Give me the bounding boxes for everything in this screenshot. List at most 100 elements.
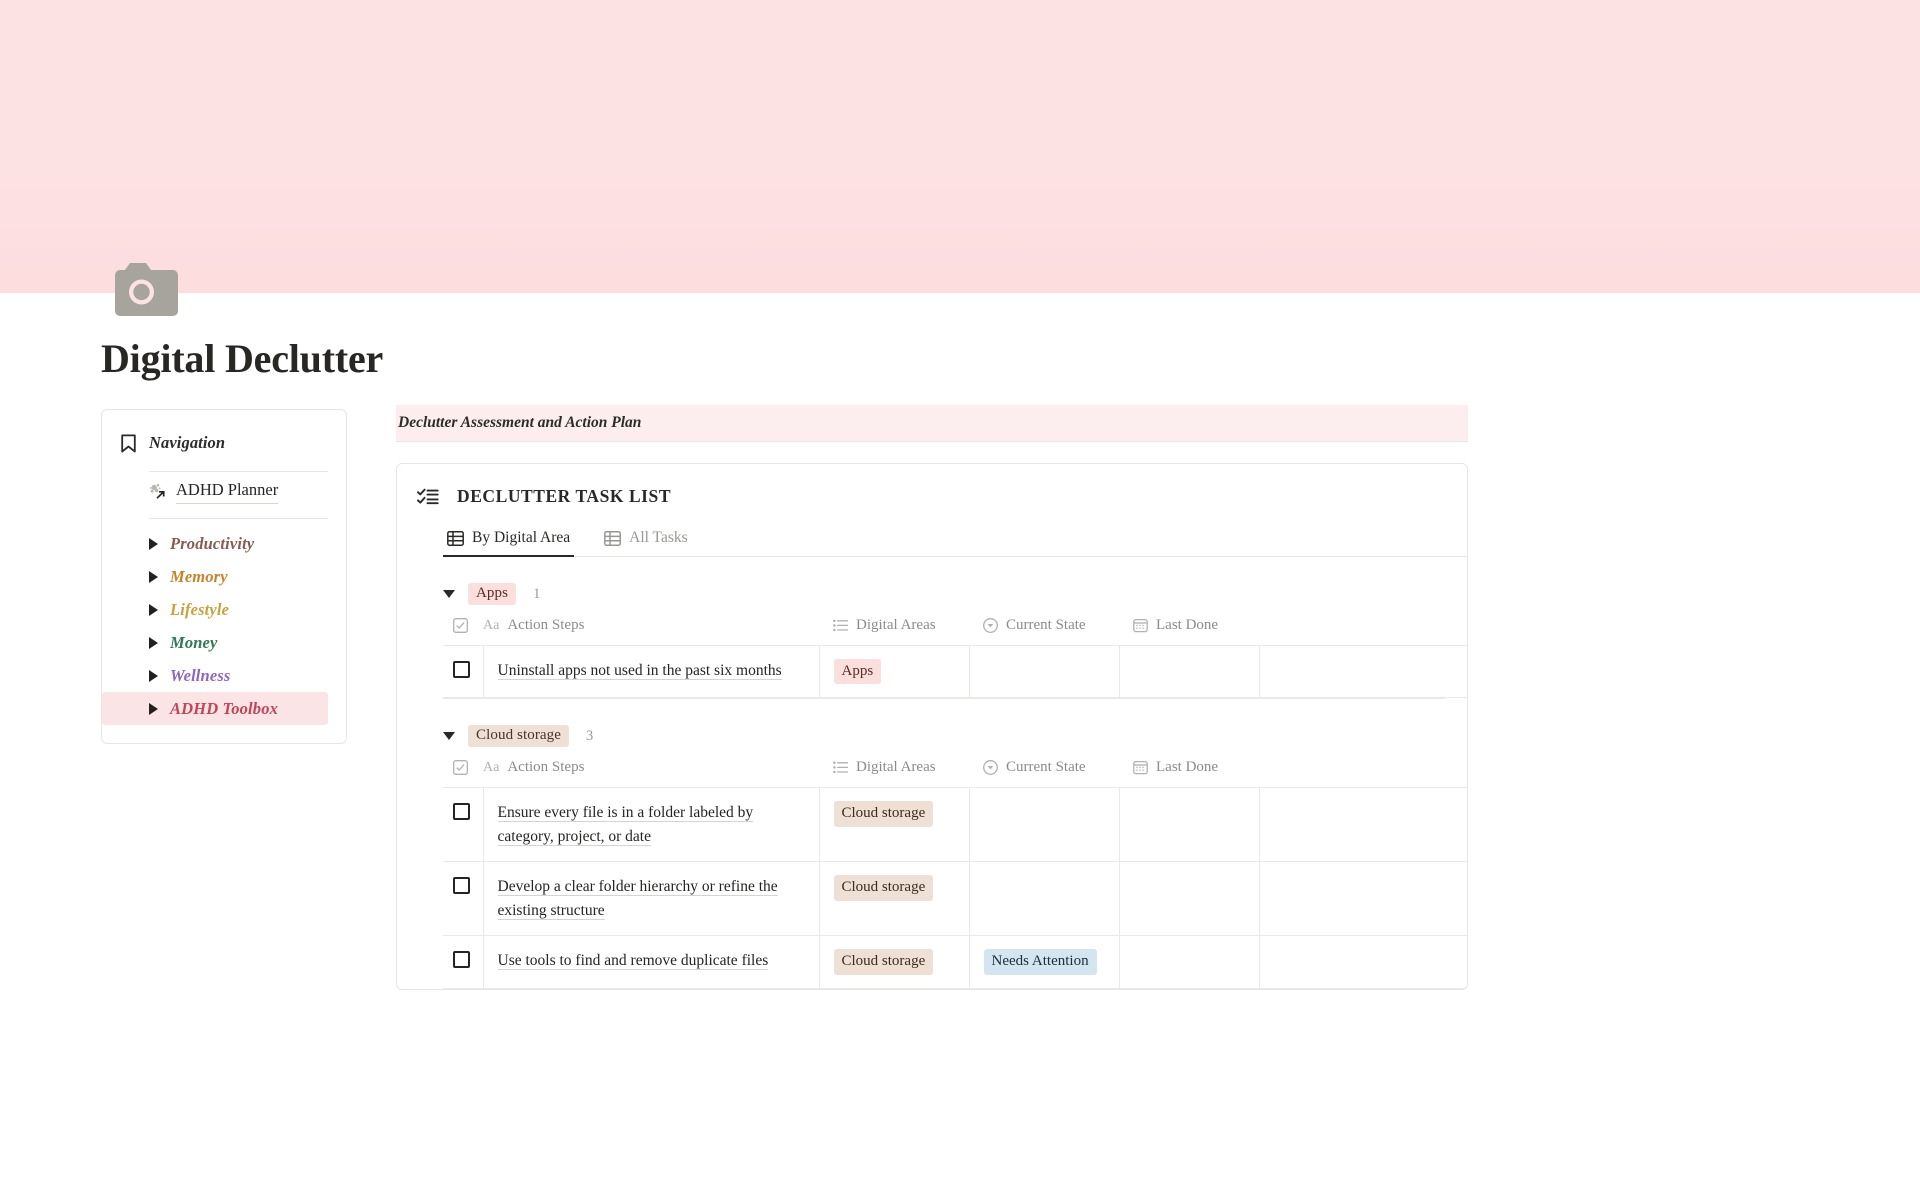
table-row[interactable]: Ensure every file is in a folder labeled… xyxy=(443,787,1467,863)
sidebar-link-adhd-planner[interactable]: ADHD Planner xyxy=(149,480,328,508)
column-header-current-state[interactable]: Current State xyxy=(969,759,1119,789)
sidebar-item-label: ADHD Toolbox xyxy=(170,698,278,718)
view-tabs: By Digital Area All Tasks xyxy=(443,523,1467,557)
cell-digital-areas[interactable]: Apps xyxy=(819,645,970,699)
database-card: DECLUTTER TASK LIST By Digital Area All … xyxy=(396,463,1468,990)
task-title[interactable]: Ensure every file is in a folder labeled… xyxy=(497,804,754,846)
navigation-header: Navigation xyxy=(102,428,346,458)
chevron-right-icon[interactable] xyxy=(149,570,158,583)
main-content: Declutter Assessment and Action Plan DEC… xyxy=(396,405,1468,990)
cell-last-done[interactable] xyxy=(1119,861,1260,937)
cell-action-steps[interactable]: Use tools to find and remove duplicate f… xyxy=(483,935,820,989)
digital-area-tag: Cloud storage xyxy=(833,875,934,901)
navigation-title: Navigation xyxy=(149,433,226,452)
table-cloud-storage: Aa Action Steps Digital Areas Current St… xyxy=(443,759,1467,989)
divider xyxy=(149,471,328,472)
database-title: DECLUTTER TASK LIST xyxy=(457,486,672,506)
cell-current-state[interactable]: Needs Attention xyxy=(969,935,1120,989)
column-header-empty xyxy=(1259,617,1467,646)
chevron-down-icon[interactable] xyxy=(443,732,455,741)
column-header-checkbox[interactable] xyxy=(443,759,483,789)
sidebar-item-lifestyle[interactable]: Lifestyle xyxy=(102,593,328,626)
sidebar-item-label: Memory xyxy=(170,566,228,586)
camera-icon[interactable] xyxy=(110,259,178,316)
table-header-row: Aa Action Steps Digital Areas Current St… xyxy=(443,759,1467,789)
table-header-row: Aa Action Steps Digital Areas Current St… xyxy=(443,617,1467,646)
column-label: Last Done xyxy=(1156,759,1219,776)
column-label: Digital Areas xyxy=(856,617,936,633)
chevron-right-icon[interactable] xyxy=(149,702,158,715)
multiselect-icon xyxy=(833,619,848,632)
chevron-right-icon[interactable] xyxy=(149,636,158,649)
text-aa-icon: Aa xyxy=(483,759,500,775)
tab-label: All Tasks xyxy=(629,529,688,546)
sidebar-item-memory[interactable]: Memory xyxy=(102,560,328,593)
group-header[interactable]: Cloud storage 3 xyxy=(443,699,1445,759)
cell-action-steps[interactable]: Uninstall apps not used in the past six … xyxy=(483,645,820,699)
cell-digital-areas[interactable]: Cloud storage xyxy=(819,787,970,863)
column-header-checkbox[interactable] xyxy=(443,617,483,646)
calendar-icon xyxy=(1133,760,1148,775)
column-header-digital-areas[interactable]: Digital Areas xyxy=(819,759,969,789)
tab-by-digital-area[interactable]: By Digital Area xyxy=(443,523,575,557)
task-checkbox[interactable] xyxy=(453,951,470,969)
task-title[interactable]: Develop a clear folder hierarchy or refi… xyxy=(497,878,778,920)
task-checkbox[interactable] xyxy=(453,877,470,895)
cell-action-steps[interactable]: Ensure every file is in a folder labeled… xyxy=(483,787,820,863)
sidebar-item-label: Productivity xyxy=(170,533,255,553)
text-aa-icon: Aa xyxy=(483,617,500,633)
column-header-last-done[interactable]: Last Done xyxy=(1119,617,1259,646)
cell-digital-areas[interactable]: Cloud storage xyxy=(819,935,970,989)
row-checkbox-cell[interactable] xyxy=(443,645,484,699)
table-row[interactable]: Use tools to find and remove duplicate f… xyxy=(443,935,1467,989)
digital-area-tag: Apps xyxy=(833,659,882,685)
column-header-action-steps[interactable]: Aa Action Steps xyxy=(483,617,819,646)
multiselect-icon xyxy=(833,761,848,774)
select-icon xyxy=(983,760,998,776)
sidebar-item-money[interactable]: Money xyxy=(102,626,328,659)
cell-empty xyxy=(1259,935,1467,989)
sidebar-item-label: Money xyxy=(170,632,218,652)
row-checkbox-cell[interactable] xyxy=(443,935,484,989)
task-title[interactable]: Use tools to find and remove duplicate f… xyxy=(497,952,769,971)
table-row[interactable]: Uninstall apps not used in the past six … xyxy=(443,645,1467,699)
group-count: 1 xyxy=(533,585,541,602)
task-checkbox[interactable] xyxy=(453,803,470,821)
task-checkbox[interactable] xyxy=(453,661,470,678)
column-header-digital-areas[interactable]: Digital Areas xyxy=(819,617,969,646)
cell-current-state[interactable] xyxy=(969,787,1120,863)
sidebar-item-productivity[interactable]: Productivity xyxy=(102,527,328,560)
row-checkbox-cell[interactable] xyxy=(443,861,484,937)
callout-banner: Declutter Assessment and Action Plan xyxy=(396,405,1468,442)
cell-digital-areas[interactable]: Cloud storage xyxy=(819,861,970,937)
sidebar-item-wellness[interactable]: Wellness xyxy=(102,659,328,692)
cell-current-state[interactable] xyxy=(969,645,1120,699)
tab-all-tasks[interactable]: All Tasks xyxy=(600,523,691,556)
column-header-empty xyxy=(1259,759,1467,789)
cell-last-done[interactable] xyxy=(1119,935,1260,989)
cell-current-state[interactable] xyxy=(969,861,1120,937)
chevron-right-icon[interactable] xyxy=(149,537,158,550)
cell-empty xyxy=(1259,861,1467,937)
task-title[interactable]: Uninstall apps not used in the past six … xyxy=(497,662,782,680)
select-icon xyxy=(983,618,998,633)
group-badge: Cloud storage xyxy=(468,725,570,748)
chevron-right-icon[interactable] xyxy=(149,603,158,616)
bookmark-icon xyxy=(120,434,137,453)
column-header-last-done[interactable]: Last Done xyxy=(1119,759,1259,789)
chevron-right-icon[interactable] xyxy=(149,669,158,682)
chevron-down-icon[interactable] xyxy=(443,590,455,598)
sidebar-item-adhd-toolbox[interactable]: ADHD Toolbox xyxy=(102,692,328,725)
calendar-icon xyxy=(1133,618,1148,633)
column-header-action-steps[interactable]: Aa Action Steps xyxy=(483,759,819,789)
navigation-card: Navigation ADHD Planner Productivity Mem… xyxy=(101,409,347,744)
table-row[interactable]: Develop a clear folder hierarchy or refi… xyxy=(443,861,1467,937)
group-apps: Apps 1 Aa Action Steps Digital Areas Cur… xyxy=(397,557,1467,699)
group-header[interactable]: Apps 1 xyxy=(443,557,1445,617)
cell-empty xyxy=(1259,787,1467,863)
cell-last-done[interactable] xyxy=(1119,787,1260,863)
column-header-current-state[interactable]: Current State xyxy=(969,617,1119,646)
cell-last-done[interactable] xyxy=(1119,645,1260,699)
cell-action-steps[interactable]: Develop a clear folder hierarchy or refi… xyxy=(483,861,820,937)
row-checkbox-cell[interactable] xyxy=(443,787,484,863)
